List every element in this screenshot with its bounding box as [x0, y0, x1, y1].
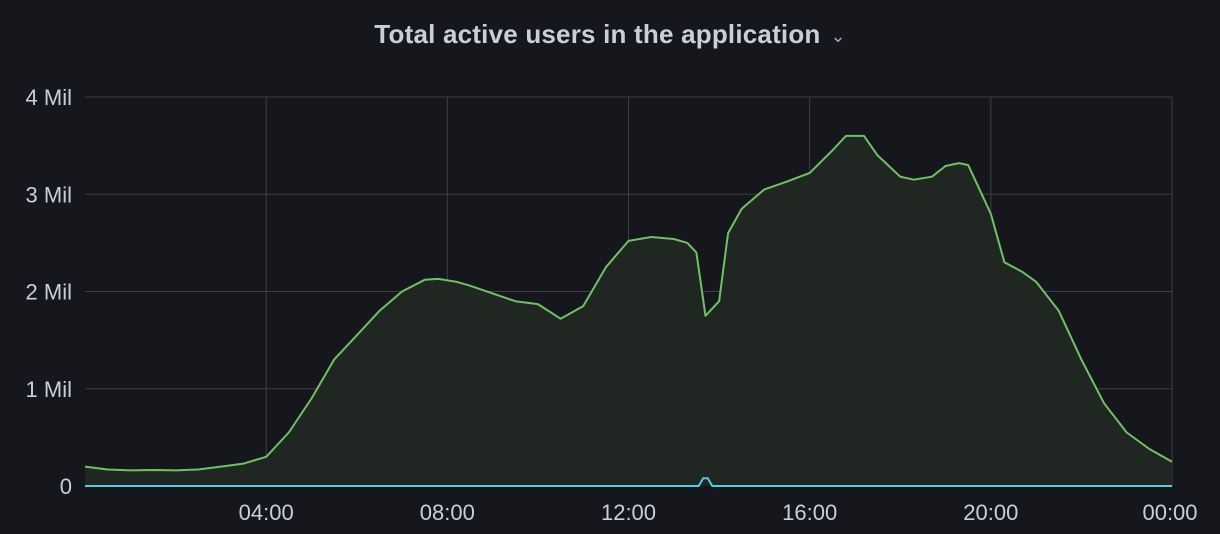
- y-tick-label: 2 Mil: [26, 280, 72, 305]
- x-tick-label: 08:00: [420, 500, 475, 525]
- y-tick-label: 3 Mil: [26, 182, 72, 207]
- x-tick-label: 12:00: [601, 500, 656, 525]
- chart-svg: 0 1 Mil 2 Mil 3 Mil 4 Mil 04:00 08:00 12:00 16:0…: [26, 85, 1198, 525]
- y-tick-label: 4 Mil: [26, 85, 72, 110]
- panel-title[interactable]: Total active users in the application: [374, 19, 820, 50]
- x-tick-label: 16:00: [782, 500, 837, 525]
- chevron-down-icon[interactable]: ⌄: [831, 26, 846, 47]
- y-tick-label: 1 Mil: [26, 377, 72, 402]
- x-tick-label: 04:00: [239, 500, 294, 525]
- x-tick-label: 00:00: [1142, 500, 1197, 525]
- x-tick-label: 20:00: [963, 500, 1018, 525]
- panel: 0 1 Mil 2 Mil 3 Mil 4 Mil 04:00 08:00 12:00 16:0…: [0, 0, 1220, 534]
- panel-header[interactable]: Total active users in the application ⌄: [0, 14, 1220, 54]
- y-tick-label: 0: [60, 474, 72, 499]
